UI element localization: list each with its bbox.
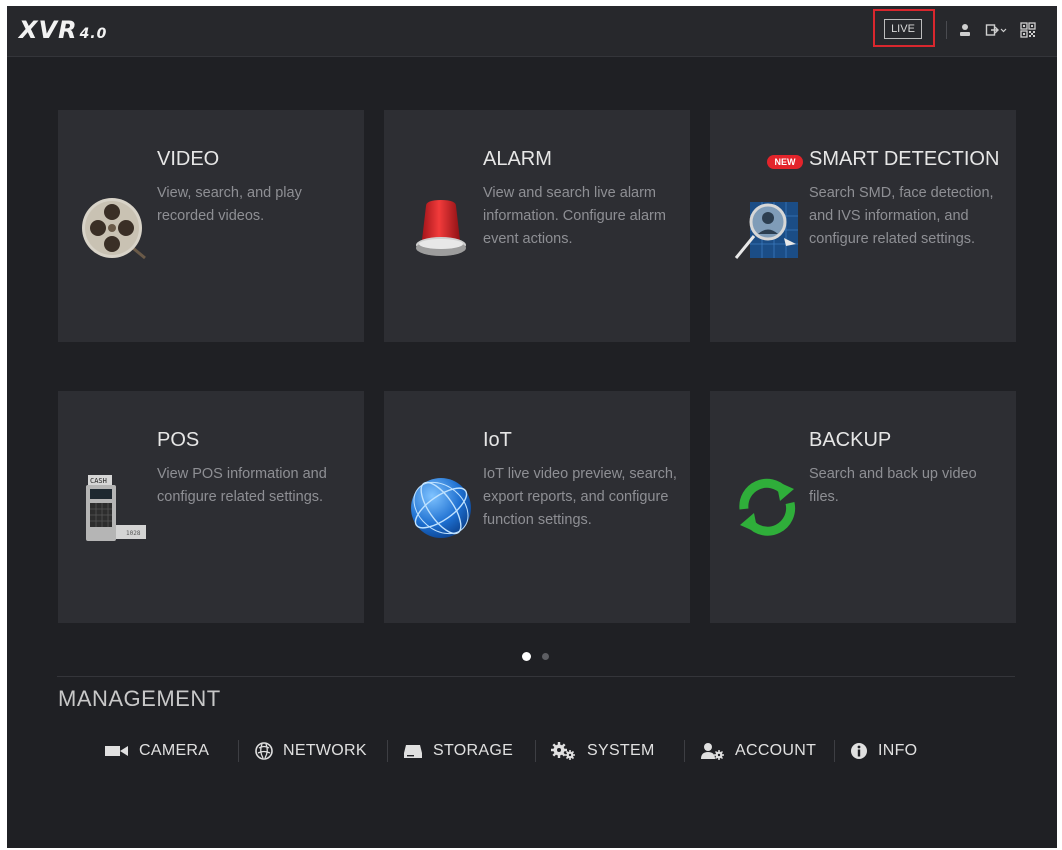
management-label: NETWORK [283, 742, 367, 759]
new-badge: NEW [767, 155, 803, 169]
management-divider [834, 740, 835, 762]
tile-title: VIDEO [157, 148, 220, 170]
top-bar: XVR 4.0 LIVE [7, 6, 1057, 57]
management-network[interactable]: NETWORK [255, 739, 367, 763]
refresh-arrows-icon [739, 478, 796, 536]
live-button[interactable]: LIVE [884, 19, 922, 39]
page-dot-active[interactable] [522, 652, 531, 661]
management-divider [535, 740, 536, 762]
svg-text:1028: 1028 [126, 530, 141, 537]
management-divider [238, 740, 239, 762]
globe-icon [411, 478, 471, 538]
management-label: SYSTEM [587, 742, 655, 759]
tile-iot[interactable]: IoT IoT live video preview, search, expo… [384, 391, 690, 623]
management-divider [387, 740, 388, 762]
gears-icon [551, 742, 575, 760]
qr-code-icon[interactable] [1020, 22, 1036, 38]
user-icon[interactable] [957, 22, 973, 38]
management-label: STORAGE [433, 742, 514, 759]
tile-backup[interactable]: BACKUP Search and back up video files. [710, 391, 1016, 623]
management-label: CAMERA [139, 742, 210, 759]
tile-title: POS [157, 429, 200, 451]
camera-icon [105, 746, 128, 756]
cash-register-icon: CASH 1028 [86, 475, 146, 541]
tile-smart-detection[interactable]: NEW SMART DETECTION Search SMD, face det… [710, 110, 1016, 342]
film-reel-icon [82, 198, 146, 260]
tile-title: BACKUP [809, 429, 892, 451]
svg-text:CASH: CASH [90, 477, 107, 485]
alarm-light-icon [416, 200, 466, 256]
logo-version: 4.0 [79, 26, 108, 42]
storage-icon [404, 745, 422, 758]
management-system[interactable]: SYSTEM [551, 739, 655, 763]
tile-description: View POS information and configure relat… [157, 466, 327, 505]
app-window: XVR 4.0 LIVE VIDEO View, search, and pla… [7, 6, 1057, 848]
management-info[interactable]: INFO [850, 739, 917, 763]
tile-video[interactable]: VIDEO View, search, and play recorded vi… [58, 110, 364, 342]
management-label: INFO [878, 742, 918, 759]
management-divider [684, 740, 685, 762]
tile-alarm[interactable]: ALARM View and search live alarm informa… [384, 110, 690, 342]
tile-title: IoT [483, 429, 512, 451]
network-icon [255, 742, 273, 760]
tile-title: SMART DETECTION [809, 148, 1000, 170]
tile-description: View and search live alarm information. … [483, 185, 666, 247]
section-divider [57, 676, 1015, 677]
account-icon [701, 743, 724, 760]
tile-description: View, search, and play recorded videos. [157, 185, 302, 224]
magnifier-face-icon [734, 202, 798, 259]
page-dot[interactable] [542, 653, 549, 660]
management-title: MANAGEMENT [58, 686, 221, 711]
management-account[interactable]: ACCOUNT [701, 739, 816, 763]
tile-description: Search SMD, face detection, and IVS info… [809, 185, 994, 247]
management-storage[interactable]: STORAGE [403, 739, 513, 763]
management-label: ACCOUNT [735, 742, 817, 759]
info-icon [851, 743, 867, 759]
logo: XVR 4.0 [19, 16, 108, 44]
top-divider [946, 21, 947, 39]
tile-title: ALARM [483, 148, 552, 170]
tile-pos[interactable]: CASH 1028 POS View POS information and c… [58, 391, 364, 623]
tile-description: IoT live video preview, search, export r… [483, 466, 677, 528]
logout-icon[interactable] [985, 22, 1007, 38]
tile-description: Search and back up video files. [809, 466, 977, 505]
management-camera[interactable]: CAMERA [105, 739, 209, 763]
